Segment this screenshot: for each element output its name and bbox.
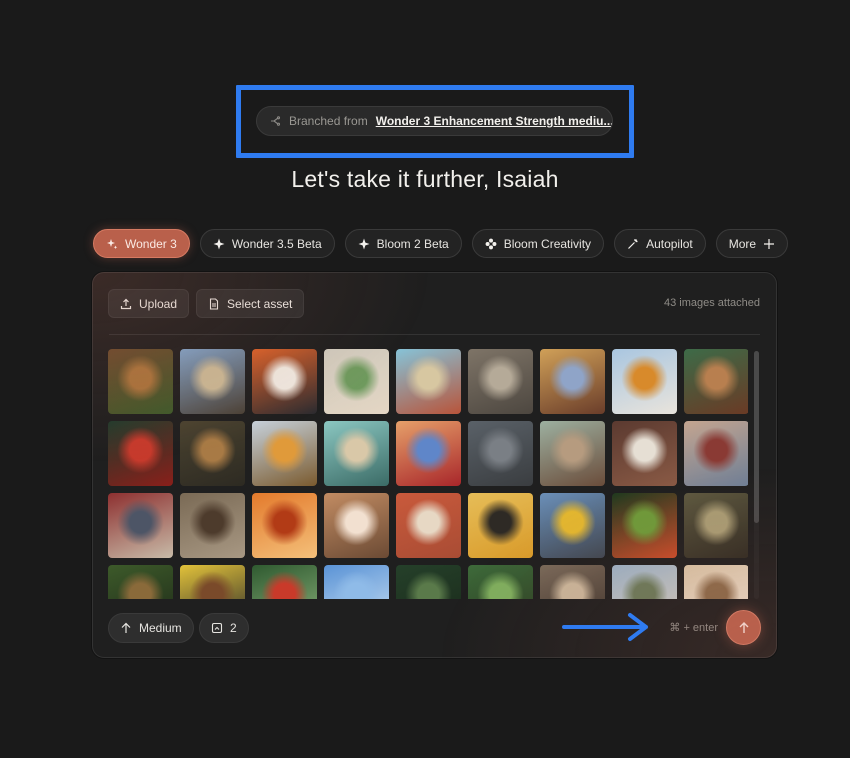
model-chip-label: Wonder 3 — [125, 236, 177, 251]
thumbnail-woman-painting[interactable] — [684, 349, 748, 414]
thumbnail-woman-sitting-field[interactable] — [684, 493, 748, 558]
thumbnail-couple-portrait[interactable] — [612, 421, 677, 486]
attached-count: 43 images attached — [663, 297, 760, 309]
thumbnail-woman-tennis-court[interactable] — [396, 493, 461, 558]
thumbnail-woman-garden[interactable] — [108, 565, 173, 599]
thumbnail-woman-yellow-dress[interactable] — [612, 349, 677, 414]
image-count-label: 2 — [230, 621, 237, 635]
annotation-highlight-box — [236, 85, 634, 158]
thumbnail-man-portrait-orange[interactable] — [252, 349, 317, 414]
model-chip-label: Bloom Creativity — [503, 236, 592, 251]
thumbnail-man-yellow-wall[interactable] — [180, 565, 245, 599]
model-chip-label: Autopilot — [646, 236, 693, 251]
magic-wand-icon — [628, 238, 638, 249]
submit-button[interactable] — [726, 610, 761, 645]
model-selector: Wonder 3 Wonder 3.5 Beta Bloom 2 Beta Bl… — [93, 229, 789, 258]
model-chip-bloom-2-beta[interactable]: Bloom 2 Beta — [344, 229, 462, 258]
thumbnail-big-ben[interactable] — [180, 349, 245, 414]
quality-label: Medium — [139, 621, 182, 635]
model-chip-bloom-creativity[interactable]: Bloom Creativity — [471, 229, 605, 258]
plus-icon — [764, 238, 775, 249]
thumbnail-woman-plants[interactable] — [396, 565, 461, 599]
model-chip-label: Bloom 2 Beta — [376, 236, 449, 251]
scrollbar-thumb[interactable] — [754, 351, 759, 523]
upload-label: Upload — [139, 296, 178, 311]
model-chip-autopilot[interactable]: Autopilot — [614, 229, 706, 258]
annotation-arrow-icon — [562, 613, 648, 641]
upload-icon — [120, 298, 132, 309]
page-title: Let's take it further, Isaiah — [291, 166, 559, 192]
thumbnail-yellow-tram[interactable] — [540, 493, 605, 558]
document-icon — [209, 297, 219, 310]
thumbnail-bird-flowers[interactable] — [252, 565, 317, 599]
thumbnail-market-vendor[interactable] — [108, 349, 173, 414]
thumbnail-woman-blonde[interactable] — [684, 565, 748, 599]
thumbnail-woman-knit-shawl[interactable] — [540, 421, 605, 486]
thumbnail-woman-curly-hair[interactable] — [540, 565, 605, 599]
thumbnail-man-grey-backdrop[interactable] — [468, 421, 533, 486]
page: Branched from Wonder 3 Enhancement Stren… — [0, 0, 850, 758]
thumbnail-retro-sign-desert[interactable] — [396, 349, 461, 414]
upload-button[interactable]: Upload — [108, 289, 190, 318]
star-icon — [213, 238, 225, 249]
thumbnail-mountain-valley[interactable] — [612, 565, 677, 599]
image-grid — [108, 349, 748, 599]
thumbnail-dancer-motion[interactable] — [180, 421, 245, 486]
prompt-panel: Upload Select asset 43 images attached M… — [92, 272, 777, 658]
thumbnail-man-sunglasses-yellow[interactable] — [468, 493, 533, 558]
flower-icon — [485, 238, 497, 249]
thumbnail-autumn-tower[interactable] — [252, 421, 317, 486]
thumbnail-sky-blue[interactable] — [324, 565, 389, 599]
model-chip-wonder-3[interactable]: Wonder 3 — [93, 229, 190, 258]
thumbnail-woman-white-gown[interactable] — [324, 493, 389, 558]
thumbnail-neon-sign-sunset[interactable] — [396, 421, 461, 486]
model-chip-label: More — [728, 236, 757, 251]
thumbnail-bagpiper-brick[interactable] — [180, 493, 245, 558]
thumbnail-ornate-building[interactable] — [468, 349, 533, 414]
shortcut-hint: ⌘ + enter — [669, 622, 718, 634]
select-asset-button[interactable]: Select asset — [196, 289, 305, 318]
thumbnail-colorful-facades[interactable] — [684, 421, 748, 486]
thumbnail-man-red-wall[interactable] — [108, 493, 173, 558]
thumbnail-hummingbird-red-flowers[interactable] — [108, 421, 173, 486]
image-count-button[interactable]: 2 — [199, 613, 249, 643]
quality-button[interactable]: Medium — [108, 613, 194, 643]
thumbnail-hummingbird-green[interactable] — [612, 493, 677, 558]
model-chip-wonder-3-5-beta[interactable]: Wonder 3.5 Beta — [199, 229, 335, 258]
select-asset-label: Select asset — [227, 296, 293, 311]
thumbnail-man-guitar-mural[interactable] — [324, 421, 389, 486]
thumbnail-colorful-city-woman[interactable] — [540, 349, 605, 414]
star-icon — [358, 238, 370, 249]
model-chip-label: Wonder 3.5 Beta — [231, 236, 322, 251]
image-count-icon — [211, 622, 223, 634]
thumbnail-leaf-green[interactable] — [468, 565, 533, 599]
arrow-up-icon — [739, 621, 748, 633]
sparkle-icon — [107, 238, 118, 249]
more-models-button[interactable]: More — [715, 229, 789, 258]
arrow-up-icon — [121, 622, 131, 633]
divider — [109, 334, 760, 335]
thumbnail-dancer-orange[interactable] — [252, 493, 317, 558]
thumbnail-woman-flowers[interactable] — [324, 349, 389, 414]
